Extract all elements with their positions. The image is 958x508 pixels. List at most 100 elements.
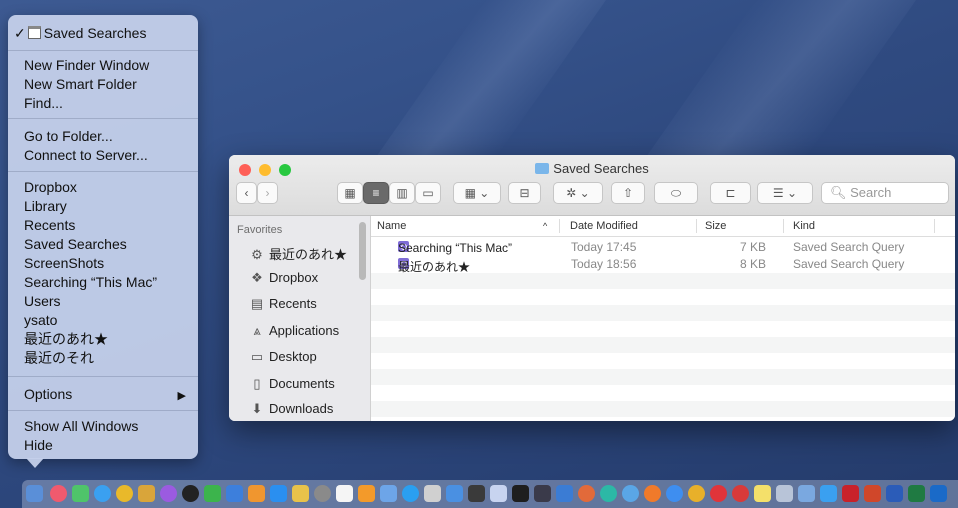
- menu-item-recent-folder[interactable]: 最近のそれ: [24, 350, 94, 367]
- mail-app-icon[interactable]: [446, 485, 463, 502]
- powerpoint-app-icon[interactable]: [864, 485, 881, 502]
- vscode-app-icon[interactable]: [556, 485, 573, 502]
- settings-app-icon[interactable]: [314, 485, 331, 502]
- new-folder-button[interactable]: ⊏: [710, 182, 751, 204]
- icon-view-button[interactable]: ▦: [337, 182, 363, 204]
- menu-item-show-all-windows[interactable]: Show All Windows: [24, 418, 138, 435]
- column-view-icon: ▥: [396, 186, 408, 200]
- music-app-icon[interactable]: [50, 485, 67, 502]
- excel-app-icon[interactable]: [908, 485, 925, 502]
- gear-icon: ✲ ⌄: [566, 186, 590, 200]
- sort-button[interactable]: ☰ ⌄: [757, 182, 813, 204]
- icon-view-icon: ▦: [344, 186, 356, 200]
- git-app-icon[interactable]: [578, 485, 595, 502]
- menu-item-find[interactable]: Find...: [24, 95, 63, 112]
- menu-item-hide[interactable]: Hide: [24, 437, 53, 454]
- dock: [22, 480, 958, 508]
- stickies-app-icon[interactable]: [754, 485, 771, 502]
- safari-tech-preview-icon[interactable]: [622, 485, 639, 502]
- twitter-app-icon[interactable]: [820, 485, 837, 502]
- pages-app-icon[interactable]: [248, 485, 265, 502]
- group-button[interactable]: ▦ ⌄: [453, 182, 501, 204]
- column-header-date-modified[interactable]: Date Modified: [570, 220, 638, 232]
- app-store-icon[interactable]: [270, 485, 287, 502]
- safari-app-icon[interactable]: [94, 485, 111, 502]
- menu-item-options[interactable]: Options: [24, 386, 72, 403]
- column-header-name[interactable]: Name: [377, 220, 406, 232]
- menu-item-recent-folder[interactable]: ScreenShots: [24, 255, 104, 272]
- terminal-app-icon[interactable]: [512, 485, 529, 502]
- menu-item-recent-folder[interactable]: Users: [24, 293, 61, 310]
- tools-app-icon[interactable]: [292, 485, 309, 502]
- empty-row: [371, 337, 955, 353]
- tv-app-icon[interactable]: [182, 485, 199, 502]
- dock-context-menu: ✓ Saved Searches New Finder Window New Sm…: [8, 15, 198, 459]
- outlook-app-icon[interactable]: [930, 485, 947, 502]
- sidebar-item-documents[interactable]: ▯ Documents: [249, 376, 334, 392]
- firefox-dev-app-icon[interactable]: [666, 485, 683, 502]
- preview-app-icon[interactable]: [380, 485, 397, 502]
- table-row[interactable]: Searching “This Mac” Today 17:45 7 KB Sa…: [371, 239, 955, 255]
- action-button[interactable]: ✲ ⌄: [553, 182, 603, 204]
- podcasts-app-icon[interactable]: [160, 485, 177, 502]
- menu-item-new-smart-folder[interactable]: New Smart Folder: [24, 76, 137, 93]
- column-header-kind[interactable]: Kind: [793, 220, 815, 232]
- empty-row: [371, 385, 955, 401]
- search-input[interactable]: 🔍︎ Search: [821, 182, 949, 204]
- menu-item-recent-folder[interactable]: Recents: [24, 217, 75, 234]
- sidebar-item-desktop[interactable]: ▭ Desktop: [249, 349, 317, 365]
- numbers-app-icon[interactable]: [204, 485, 221, 502]
- back-button[interactable]: ‹: [236, 182, 257, 204]
- menu-item-go-to-folder[interactable]: Go to Folder...: [24, 128, 113, 145]
- acrobat-app-icon[interactable]: [842, 485, 859, 502]
- menu-item-connect-to-server[interactable]: Connect to Server...: [24, 147, 148, 164]
- share-location-button[interactable]: ⊟: [508, 182, 541, 204]
- calendar-app-icon[interactable]: [336, 485, 353, 502]
- menu-item-recent-folder[interactable]: Library: [24, 198, 67, 215]
- menu-item-new-finder-window[interactable]: New Finder Window: [24, 57, 149, 74]
- skype-app-icon[interactable]: [402, 485, 419, 502]
- books-app-icon[interactable]: [358, 485, 375, 502]
- editor-app-icon[interactable]: [490, 485, 507, 502]
- word-app-icon[interactable]: [886, 485, 903, 502]
- wallpaper-light-beam: [643, 0, 917, 160]
- messages-app-icon[interactable]: [72, 485, 89, 502]
- sidebar-item-recents[interactable]: ▤ Recents: [249, 296, 317, 312]
- chrome-canary-app-icon[interactable]: [688, 485, 705, 502]
- keynote-app-icon[interactable]: [226, 485, 243, 502]
- column-header-size[interactable]: Size: [705, 220, 726, 232]
- table-row[interactable]: 最近のあれ★ Today 18:56 8 KB Saved Search Que…: [371, 256, 955, 274]
- image-app-icon[interactable]: [798, 485, 815, 502]
- menu-item-saved-searches-window[interactable]: ✓ Saved Searches: [14, 25, 146, 42]
- finder-app-icon[interactable]: [26, 485, 43, 502]
- share-button[interactable]: ⇧: [611, 182, 645, 204]
- sidebar-item-applications[interactable]: ⩓ Applications: [249, 323, 339, 339]
- firefox-app-icon[interactable]: [644, 485, 661, 502]
- edge-app-icon[interactable]: [600, 485, 617, 502]
- menu-item-recent-folder[interactable]: Saved Searches: [24, 236, 127, 253]
- group-icon: ▦ ⌄: [464, 186, 490, 200]
- sidebar-item-saved-search[interactable]: ⚙ 最近のあれ★: [249, 244, 347, 263]
- menu-item-recent-folder[interactable]: Searching “This Mac”: [24, 274, 157, 291]
- photo-app-icon[interactable]: [468, 485, 485, 502]
- gallery-view-button[interactable]: ▭: [415, 182, 441, 204]
- screenshot-app-icon[interactable]: [776, 485, 793, 502]
- sidebar-item-dropbox[interactable]: ❖ Dropbox: [249, 270, 318, 286]
- chrome-app-icon[interactable]: [116, 485, 133, 502]
- menu-item-recent-folder[interactable]: 最近のあれ★: [24, 331, 108, 348]
- opera-app-icon[interactable]: [710, 485, 727, 502]
- vivaldi-app-icon[interactable]: [732, 485, 749, 502]
- empty-row: [371, 305, 955, 321]
- menu-item-recent-folder[interactable]: ysato: [24, 312, 57, 329]
- tag-button[interactable]: ⬭: [654, 182, 698, 204]
- sidebar-item-downloads[interactable]: ⬇ Downloads: [249, 401, 334, 417]
- forward-button[interactable]: ›: [257, 182, 278, 204]
- kind-cell: Saved Search Query: [793, 257, 905, 271]
- sidebar-scrollbar[interactable]: [359, 222, 366, 280]
- menu-item-recent-folder[interactable]: Dropbox: [24, 179, 77, 196]
- column-view-button[interactable]: ▥: [389, 182, 415, 204]
- notes-app-icon[interactable]: [138, 485, 155, 502]
- xcode-app-icon[interactable]: [534, 485, 551, 502]
- list-view-button[interactable]: ≡: [363, 182, 389, 204]
- x-app-icon[interactable]: [424, 485, 441, 502]
